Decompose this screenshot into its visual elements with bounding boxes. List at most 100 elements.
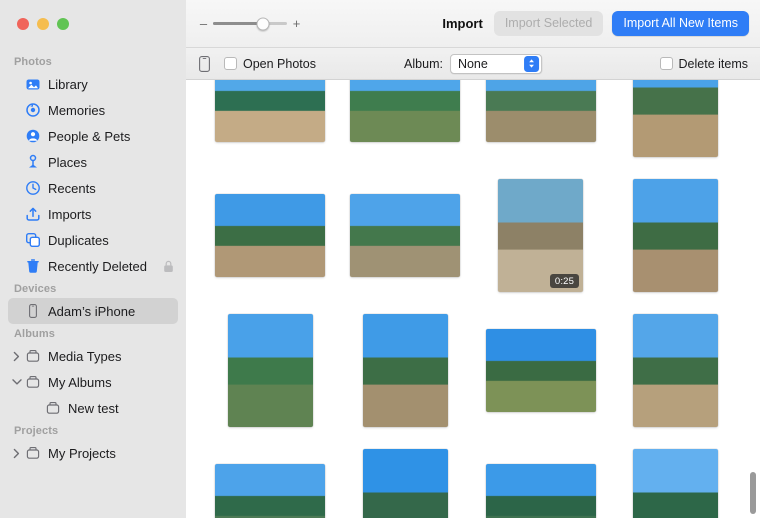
zoom-button[interactable] [57, 18, 69, 30]
photo-thumbnail[interactable] [485, 80, 596, 142]
sidebar-item-label: Library [48, 76, 88, 92]
album-folder-icon [24, 374, 41, 391]
sidebar-item-library[interactable]: Library [8, 71, 178, 97]
sidebar-item-places[interactable]: Places [8, 149, 178, 175]
photo-thumbnail[interactable] [362, 449, 448, 518]
scrollbar-thumb[interactable] [750, 472, 756, 514]
photo-thumbnail[interactable] [215, 80, 325, 142]
photo-cell[interactable] [349, 80, 461, 168]
sidebar-item-recently-deleted[interactable]: Recently Deleted [8, 253, 178, 279]
photo-thumbnail[interactable] [215, 464, 325, 518]
minimize-button[interactable] [37, 18, 49, 30]
album-folder-icon [24, 445, 41, 462]
sidebar-item-label: People & Pets [48, 128, 131, 144]
sidebar-section-header: Projects [14, 425, 59, 437]
vertical-scrollbar[interactable] [749, 82, 757, 516]
sidebar-item-new-test[interactable]: New test [8, 395, 178, 421]
sidebar-item-media-types[interactable]: Media Types [8, 343, 178, 369]
import-all-new-items-button[interactable]: Import All New Items [612, 11, 749, 36]
photo-cell[interactable] [620, 438, 732, 518]
photo-thumbnail[interactable] [362, 314, 448, 427]
sidebar-item-recents[interactable]: Recents [8, 175, 178, 201]
photo-cell[interactable] [620, 168, 732, 303]
recents-clock-icon [24, 180, 41, 197]
photo-cell[interactable] [214, 168, 326, 303]
photo-cell[interactable] [214, 80, 326, 168]
sidebar-item-adam-s-iphone[interactable]: Adam’s iPhone [8, 298, 178, 324]
import-selected-button[interactable]: Import Selected [493, 11, 604, 36]
sidebar-item-my-albums[interactable]: My Albums [8, 369, 178, 395]
photo-cell[interactable]: 0:25 [485, 168, 597, 303]
photo-cell[interactable] [620, 303, 732, 438]
imports-icon [24, 206, 41, 223]
chevron-up-down-icon[interactable] [523, 55, 539, 72]
sidebar-list: Photos Library Memories People & Pets Places… [0, 52, 186, 518]
photo-thumbnail[interactable] [485, 329, 596, 412]
photo-grid-row: 0:25 [214, 168, 732, 303]
sidebar-item-duplicates[interactable]: Duplicates [8, 227, 178, 253]
zoom-slider-fill [213, 22, 264, 25]
photo-cell[interactable] [349, 438, 461, 518]
photo-cell[interactable] [214, 303, 326, 438]
lock-icon [163, 260, 174, 273]
close-button[interactable] [17, 18, 29, 30]
sidebar-item-label: My Projects [48, 445, 116, 461]
sidebar-item-label: Recents [48, 180, 96, 196]
album-select-value: None [457, 56, 488, 71]
video-duration-badge: 0:25 [549, 274, 580, 288]
toolbar: – + Import Import Selected Import All Ne… [186, 0, 760, 48]
zoom-slider-knob[interactable] [256, 17, 270, 30]
zoom-slider-track[interactable] [213, 17, 287, 30]
photo-thumbnail[interactable] [227, 314, 313, 427]
sidebar: Photos Library Memories People & Pets Places… [0, 0, 186, 518]
sidebar-item-label: Media Types [48, 348, 122, 364]
zoom-in-icon[interactable]: + [292, 17, 301, 30]
photo-thumbnail[interactable] [633, 449, 719, 518]
iphone-icon [199, 55, 210, 72]
album-select[interactable]: None [449, 53, 542, 74]
photos-library-icon [24, 76, 41, 93]
window-traffic-lights [17, 18, 69, 30]
delete-items-checkbox-box[interactable] [659, 57, 673, 70]
places-pin-icon [24, 154, 41, 171]
sidebar-item-my-projects[interactable]: My Projects [8, 440, 178, 466]
chevron-right-icon[interactable] [11, 448, 22, 459]
delete-items-checkbox[interactable]: Delete items [659, 57, 748, 71]
thumbnail-zoom-slider[interactable]: – + [199, 17, 301, 30]
photo-cell[interactable] [485, 80, 597, 168]
sidebar-item-imports[interactable]: Imports [8, 201, 178, 227]
album-folder-icon [24, 348, 41, 365]
sidebar-item-memories[interactable]: Memories [8, 97, 178, 123]
open-photos-checkbox[interactable]: Open Photos [224, 57, 316, 71]
photo-thumbnail[interactable] [350, 194, 461, 277]
photo-cell[interactable] [620, 80, 732, 168]
people-pets-icon [24, 128, 41, 145]
sidebar-item-label: My Albums [48, 374, 112, 390]
photo-cell[interactable] [485, 438, 597, 518]
photo-thumbnail[interactable] [215, 194, 325, 277]
album-folder-icon [44, 400, 61, 417]
chevron-right-icon[interactable] [11, 351, 22, 362]
video-thumbnail[interactable]: 0:25 [498, 179, 584, 292]
photo-thumbnail[interactable] [633, 314, 719, 427]
photo-thumbnail[interactable] [633, 179, 719, 292]
sidebar-item-label: Adam’s iPhone [48, 303, 136, 319]
photo-cell[interactable] [349, 168, 461, 303]
sidebar-item-label: Memories [48, 102, 106, 118]
photo-grid-scroll-area[interactable]: 0:25 [186, 80, 760, 518]
delete-items-group: Delete items [659, 57, 748, 71]
sidebar-item-label: Imports [48, 206, 92, 222]
sidebar-item-people-pets[interactable]: People & Pets [8, 123, 178, 149]
open-photos-label: Open Photos [243, 56, 316, 71]
photo-cell[interactable] [214, 438, 326, 518]
open-photos-checkbox-box[interactable] [224, 57, 237, 70]
photo-thumbnail[interactable] [633, 80, 719, 157]
import-options-bar: Open Photos Album: None Delete items [186, 48, 760, 80]
photo-cell[interactable] [349, 303, 461, 438]
chevron-down-icon[interactable] [11, 377, 22, 388]
photo-thumbnail[interactable] [350, 80, 461, 142]
photo-cell[interactable] [485, 303, 597, 438]
zoom-out-icon[interactable]: – [199, 17, 208, 30]
toolbar-actions: Import Import Selected Import All New It… [442, 11, 749, 36]
photo-thumbnail[interactable] [485, 464, 596, 518]
